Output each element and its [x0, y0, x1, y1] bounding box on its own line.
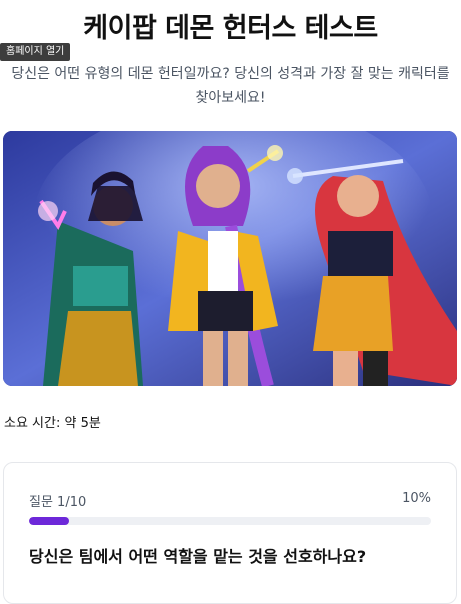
question-card: 질문 1/10 10% 당신은 팀에서 어떤 역할을 맡는 것을 선호하나요?	[3, 462, 457, 604]
test-duration: 소요 시간: 약 5분	[4, 416, 101, 431]
question-text: 당신은 팀에서 어떤 역할을 맡는 것을 선호하나요?	[29, 547, 367, 566]
hero-image	[3, 131, 457, 386]
page-title: 케이팝 데몬 헌터스 테스트	[83, 13, 378, 44]
page-subtitle: 당신은 어떤 유형의 데몬 헌터일까요? 당신의 성격과 가장 잘 맞는 캐릭터…	[11, 66, 450, 106]
progress-percent: 10%	[402, 491, 431, 506]
hero-illustration	[3, 131, 457, 386]
progress-bar	[29, 517, 431, 525]
progress-bar-fill	[29, 517, 70, 525]
question-counter: 질문 1/10	[29, 495, 87, 510]
home-tooltip[interactable]: 홈페이지 열기	[0, 43, 71, 61]
